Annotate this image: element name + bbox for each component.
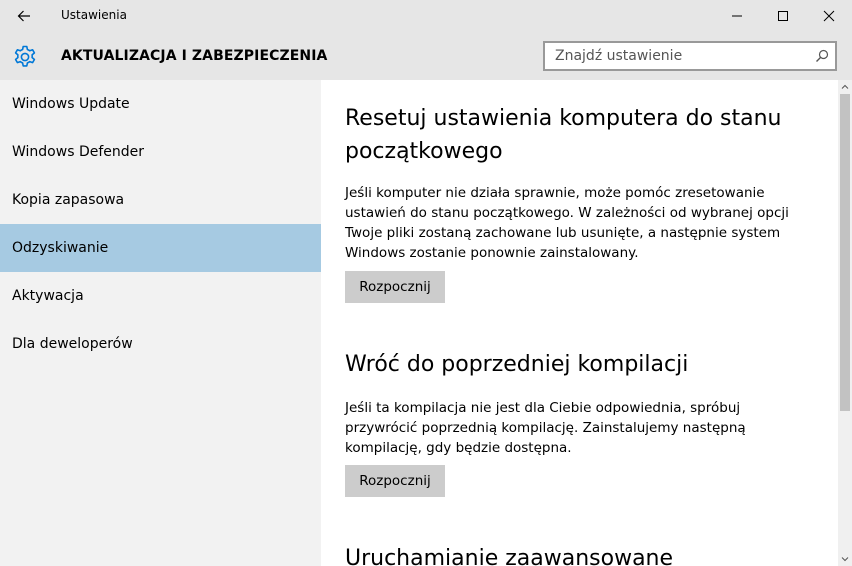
title-bar: Ustawienia [0,0,852,32]
gear-icon [14,45,36,67]
content-pane: Resetuj ustawienia komputera do stanu po… [321,80,838,566]
scrollbar-thumb[interactable] [840,94,850,411]
reset-section-description: Jeśli komputer nie działa sprawnie, może… [345,185,789,261]
advanced-startup-section-title: Uruchamianie zaawansowane [345,546,674,566]
minimize-button[interactable] [714,0,760,32]
vertical-scrollbar[interactable] [838,80,852,566]
sidebar-item-for-developers[interactable]: Dla deweloperów [0,320,321,368]
page-header: AKTUALIZACJA I ZABEZPIECZENIA [0,32,852,80]
window-title: Ustawienia [61,8,127,22]
reset-start-button[interactable]: Rozpocznij [345,271,445,303]
rollback-section-description: Jeśli ta kompilacja nie jest dla Ciebie … [345,400,746,456]
search-icon[interactable] [815,49,829,63]
sidebar-item-windows-update[interactable]: Windows Update [0,80,321,128]
chevron-down-icon [841,557,849,562]
scroll-down-button[interactable] [838,552,852,566]
scroll-up-button[interactable] [838,80,852,94]
search-input[interactable] [545,43,805,69]
sidebar-item-recovery[interactable]: Odzyskiwanie [0,224,321,272]
sidebar-item-activation[interactable]: Aktywacja [0,272,321,320]
minimize-icon [732,15,742,17]
reset-section-title: Resetuj ustawienia komputera do stanu po… [345,106,782,164]
close-button[interactable] [806,0,852,32]
close-icon [823,10,835,22]
settings-window: Ustawienia AKTUALIZACJA I ZABEZPIECZENIA [0,0,852,566]
chevron-up-icon [841,84,849,89]
maximize-button[interactable] [760,0,806,32]
rollback-section-title: Wróć do poprzedniej kompilacji [345,352,689,377]
back-arrow-icon [17,10,30,22]
sidebar-nav: Windows Update Windows Defender Kopia za… [0,80,321,566]
sidebar-item-windows-defender[interactable]: Windows Defender [0,128,321,176]
sidebar-item-backup[interactable]: Kopia zapasowa [0,176,321,224]
page-title: AKTUALIZACJA I ZABEZPIECZENIA [61,48,328,64]
search-box[interactable] [543,41,837,71]
maximize-icon [778,11,788,21]
rollback-start-button[interactable]: Rozpocznij [345,465,445,497]
back-button[interactable] [0,0,48,32]
